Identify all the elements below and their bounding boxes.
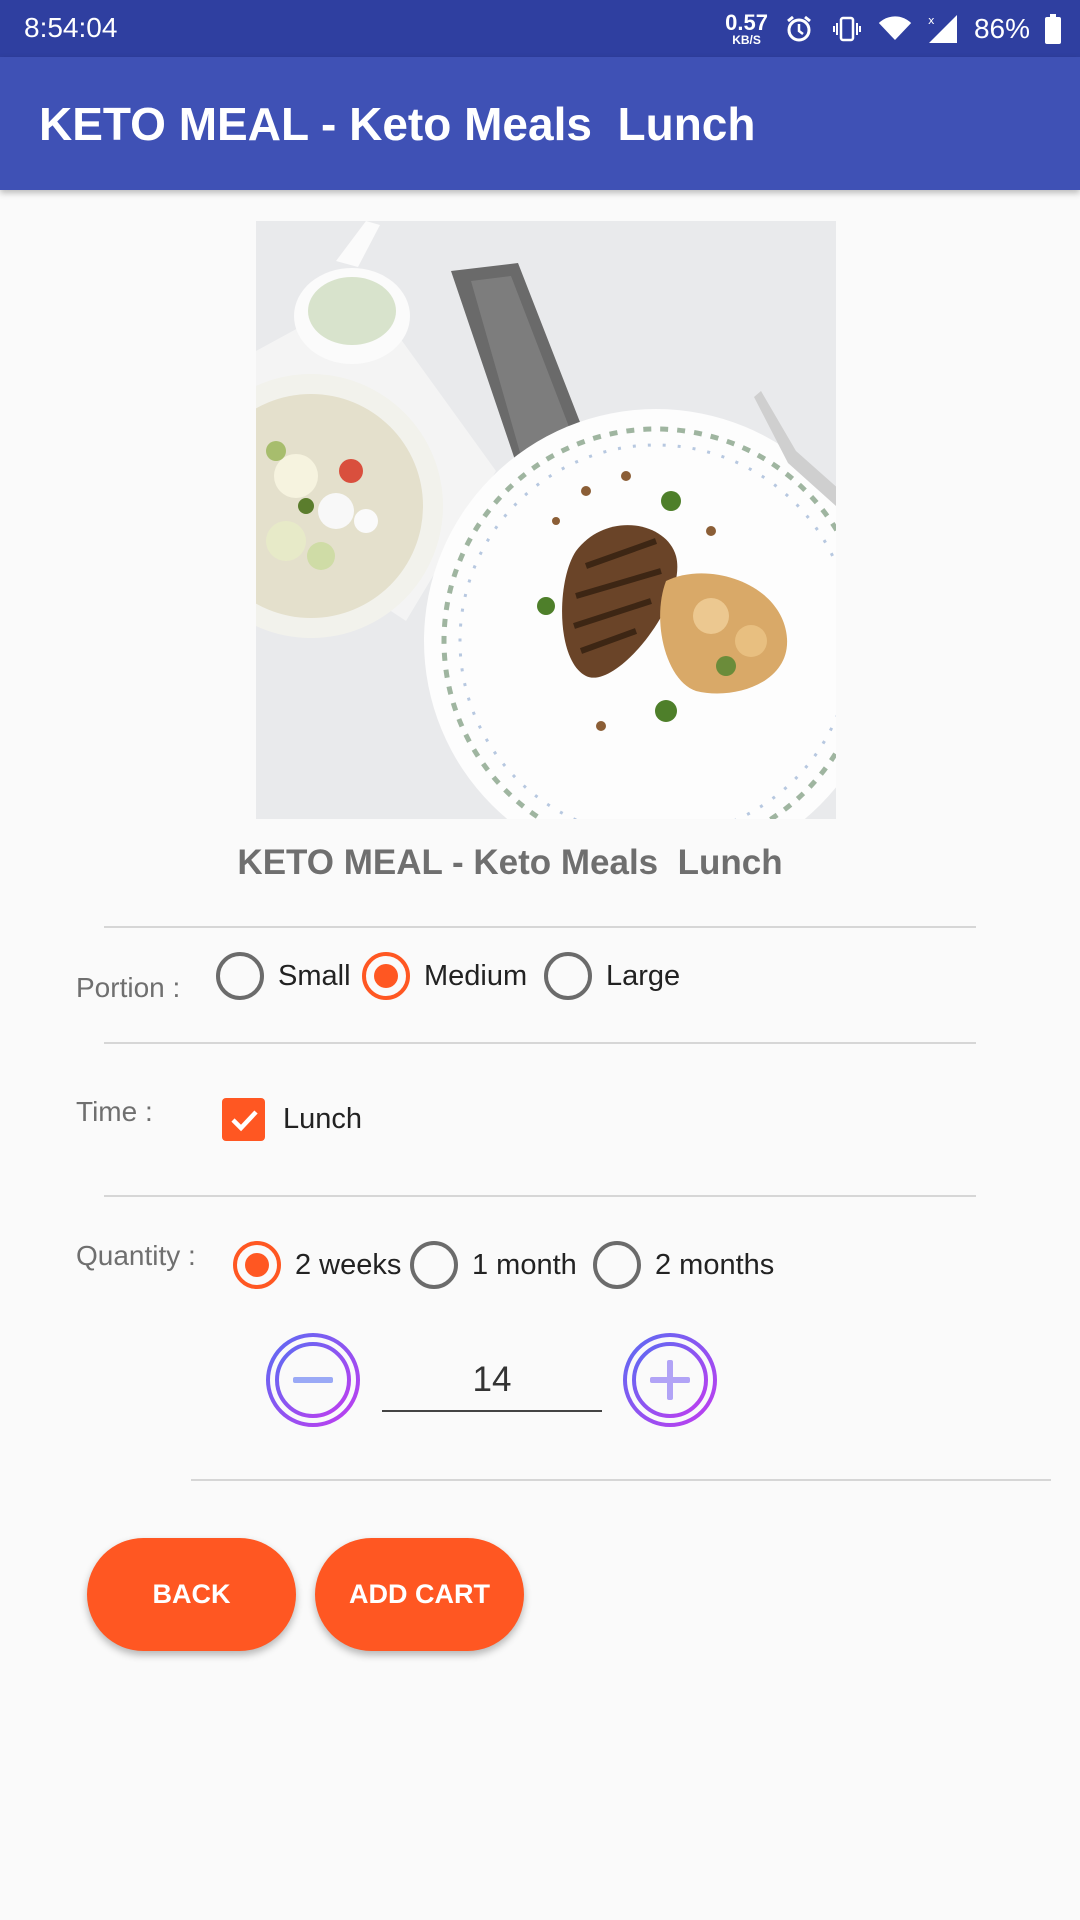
quantity-2weeks-radio[interactable]: 2 weeks [233, 1241, 401, 1289]
quantity-2months-label: 2 months [655, 1248, 775, 1281]
quantity-1month-radio[interactable]: 1 month [410, 1241, 577, 1289]
status-bar: 8:54:04 0.57 KB/S x 86% [0, 0, 1080, 57]
radio-circle-selected [362, 952, 410, 1000]
meal-photo [256, 221, 836, 819]
divider [191, 1479, 1051, 1481]
quantity-label: Quantity : [76, 1240, 196, 1271]
quantity-2weeks-label: 2 weeks [295, 1248, 402, 1281]
radio-circle [216, 952, 264, 1000]
divider [104, 926, 976, 928]
quantity-input[interactable] [382, 1350, 602, 1412]
plus-icon [623, 1333, 717, 1427]
status-time: 8:54:04 [24, 12, 118, 43]
portion-label: Portion : [76, 972, 181, 1003]
time-label: Time : [76, 1096, 153, 1127]
alarm-icon [782, 12, 816, 46]
radio-circle [544, 952, 592, 1000]
increase-button[interactable] [622, 1332, 718, 1428]
network-speed-value: 0.57 [725, 10, 768, 35]
portion-small-label: Small [278, 959, 351, 992]
svg-text:x: x [928, 14, 935, 27]
back-button[interactable]: BACK [87, 1538, 296, 1651]
quantity-2months-radio[interactable]: 2 months [593, 1241, 774, 1289]
time-lunch-label: Lunch [283, 1103, 363, 1135]
wifi-icon [878, 12, 912, 46]
minus-icon [266, 1333, 360, 1427]
radio-circle-selected [233, 1241, 281, 1289]
app-bar: KETO MEAL - Keto Meals Lunch [0, 57, 1080, 190]
add-cart-button[interactable]: ADD CART [315, 1538, 524, 1651]
portion-large-label: Large [606, 959, 681, 992]
check-icon [222, 1098, 265, 1141]
radio-circle [593, 1241, 641, 1289]
portion-medium-label: Medium [424, 959, 528, 992]
divider [104, 1042, 976, 1044]
portion-small-radio[interactable]: Small [216, 952, 351, 1000]
time-lunch-checkbox[interactable]: Lunch [222, 1098, 362, 1141]
status-icons: 0.57 KB/S x 86% [725, 8, 1062, 50]
product-title: KETO MEAL - Keto Meals Lunch [237, 843, 783, 882]
divider [104, 1195, 976, 1197]
decrease-button[interactable] [265, 1332, 361, 1428]
app-bar-title: KETO MEAL - Keto Meals Lunch [39, 98, 756, 150]
vibrate-icon [830, 12, 864, 46]
portion-large-radio[interactable]: Large [544, 952, 680, 1000]
radio-circle [410, 1241, 458, 1289]
battery-percent: 86% [973, 13, 1030, 44]
battery-icon [1044, 12, 1062, 46]
quantity-1month-label: 1 month [472, 1248, 577, 1281]
portion-medium-radio[interactable]: Medium [362, 952, 527, 1000]
network-speed: 0.57 KB/S [725, 10, 768, 47]
signal-icon: x [926, 12, 960, 46]
network-speed-unit: KB/S [732, 33, 761, 47]
